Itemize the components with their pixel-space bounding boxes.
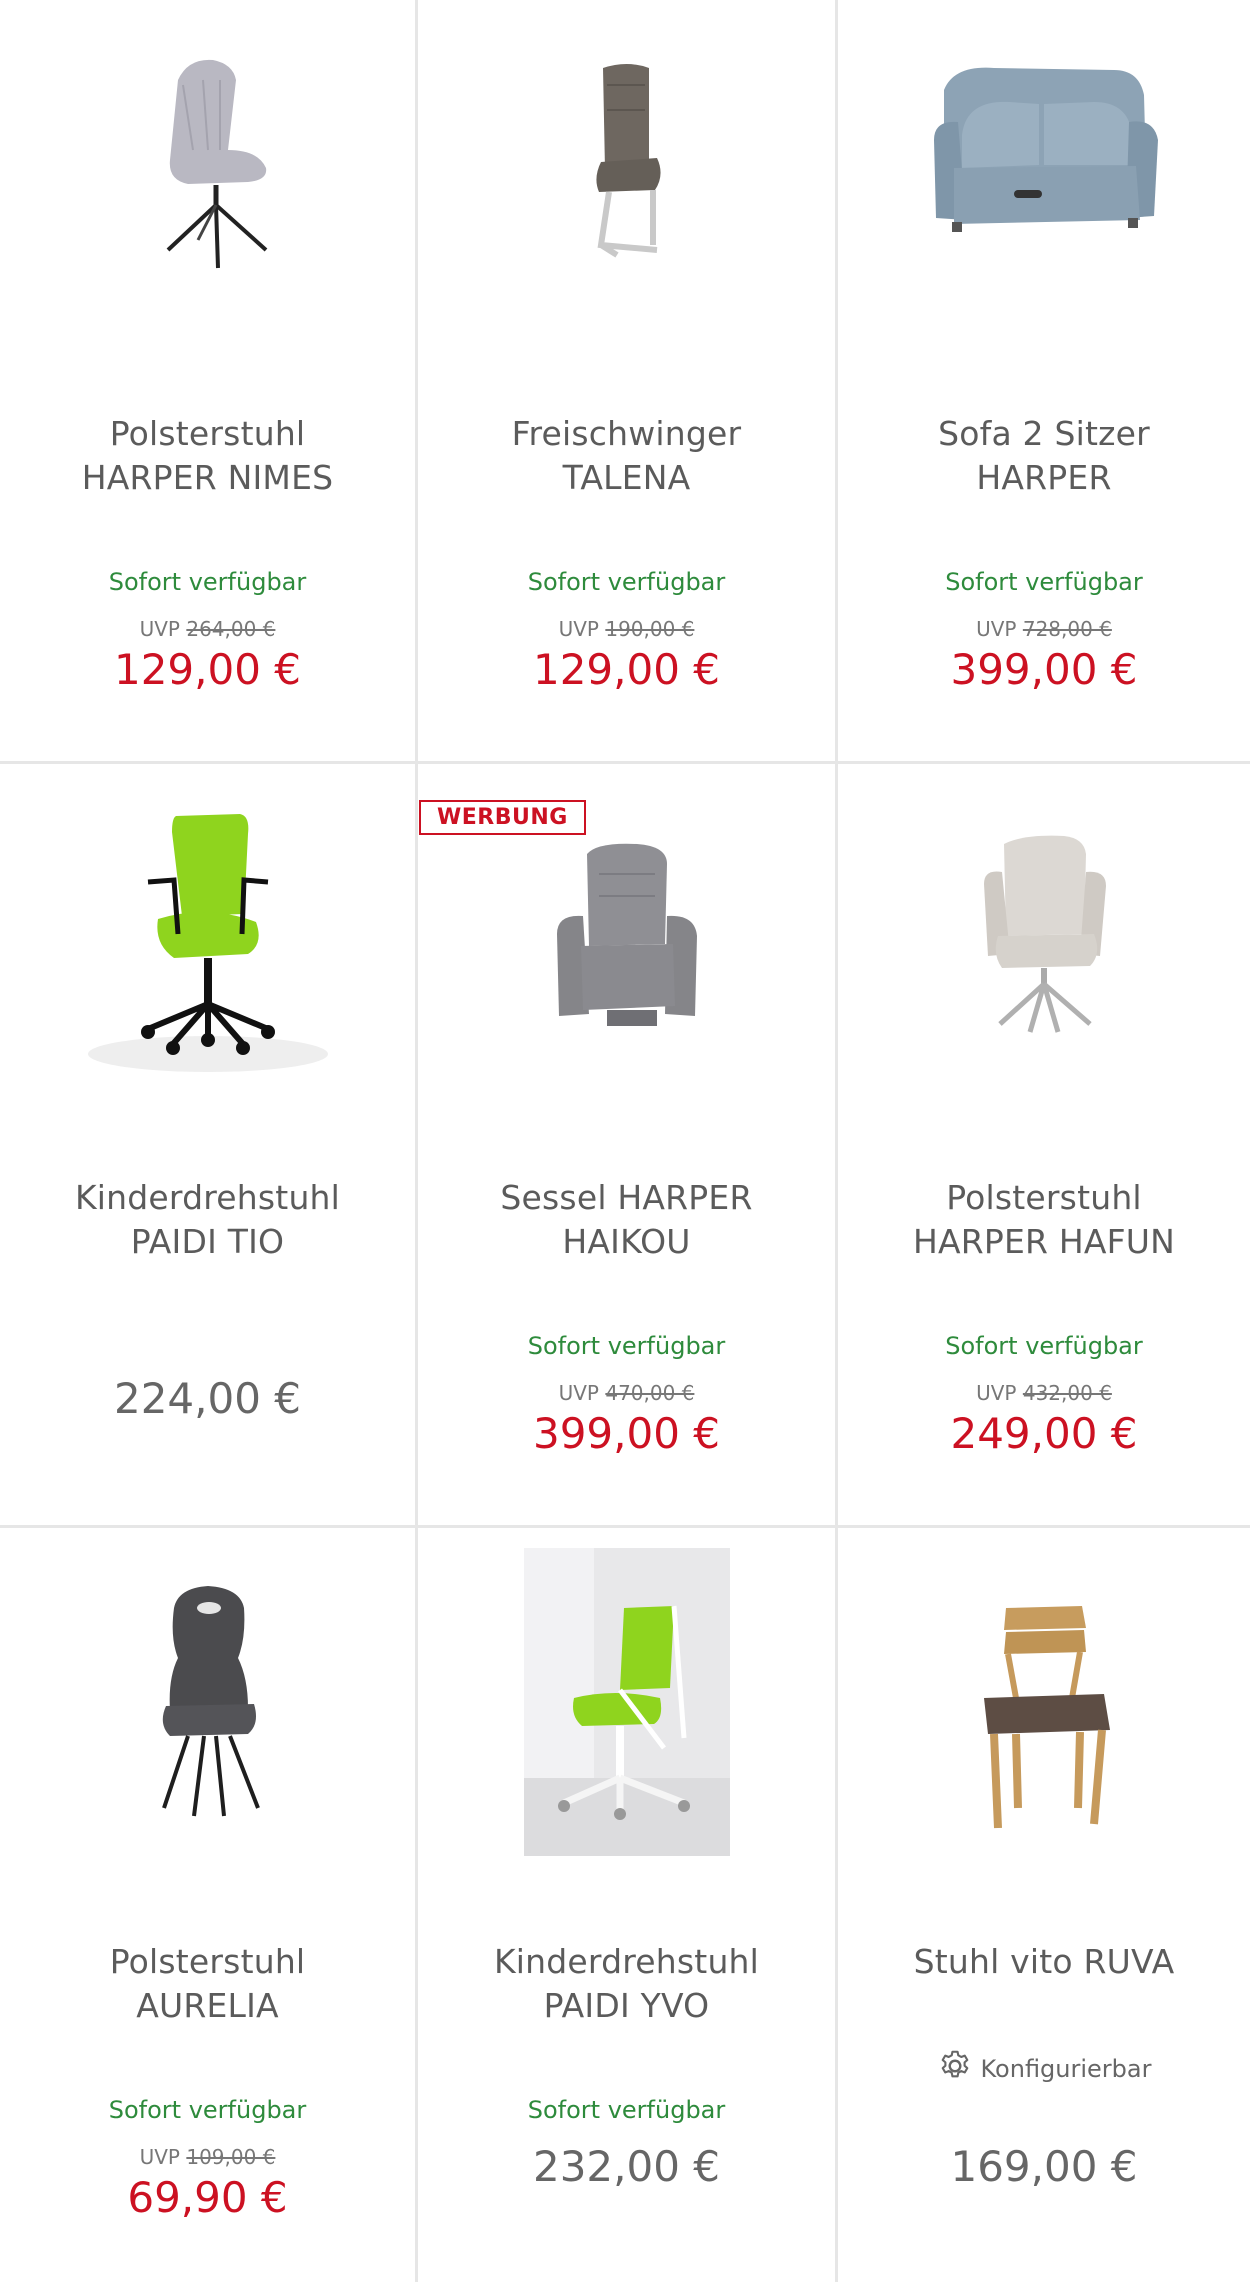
uvp-price: UVP 109,00 €: [139, 2145, 276, 2169]
product-title[interactable]: Sessel HARPER HAIKOU: [428, 1176, 825, 1264]
product-card[interactable]: Sofa 2 Sitzer HARPER Sofort verfügbar UVP…: [838, 0, 1250, 764]
product-image[interactable]: [838, 1598, 1250, 1858]
advertisement-badge: WERBUNG: [419, 800, 586, 835]
product-card[interactable]: Polsterstuhl HARPER NIMES Sofort verfügba…: [0, 0, 418, 764]
product-card[interactable]: Freischwinger TALENA Sofort verfügbar UVP…: [418, 0, 838, 764]
availability-label: Sofort verfügbar: [108, 2096, 307, 2124]
product-title[interactable]: Polsterstuhl HARPER NIMES: [10, 412, 405, 500]
product-card[interactable]: Kinderdrehstuhl PAIDI YVO Sofort verfügba…: [418, 1528, 838, 2282]
sale-price: 129,00 €: [113, 645, 302, 694]
sale-price: 399,00 €: [532, 1409, 721, 1458]
uvp-price: UVP 728,00 €: [976, 617, 1112, 641]
availability-label: Sofort verfügbar: [527, 1332, 726, 1360]
regular-price: 224,00 €: [113, 1374, 302, 1423]
uvp-price: UVP 470,00 €: [558, 1381, 695, 1405]
product-image[interactable]: [418, 834, 835, 1094]
availability-label: Sofort verfügbar: [527, 568, 726, 596]
product-grid: Polsterstuhl HARPER NIMES Sofort verfügba…: [0, 0, 1250, 2282]
sale-price: 249,00 €: [950, 1409, 1138, 1458]
product-image[interactable]: [0, 40, 415, 300]
sale-price: 69,90 €: [127, 2173, 288, 2222]
product-title[interactable]: Polsterstuhl AURELIA: [10, 1940, 405, 2028]
product-card[interactable]: Polsterstuhl AURELIA Sofort verfügbar UVP…: [0, 1528, 418, 2282]
regular-price: 232,00 €: [532, 2142, 721, 2191]
product-image[interactable]: [418, 1548, 835, 1856]
product-title[interactable]: Kinderdrehstuhl PAIDI TIO: [10, 1176, 405, 1264]
gear-icon: [937, 2048, 973, 2090]
sale-price: 129,00 €: [532, 645, 721, 694]
product-card[interactable]: Stuhl vito RUVA Konfigurierbar 169,00 €: [838, 1528, 1250, 2282]
product-image[interactable]: [0, 1578, 415, 1838]
product-image[interactable]: [0, 804, 415, 1072]
product-card[interactable]: Polsterstuhl HARPER HAFUN Sofort verfügba…: [838, 764, 1250, 1528]
availability-label: Sofort verfügbar: [527, 2096, 726, 2124]
uvp-price: UVP 190,00 €: [558, 617, 695, 641]
product-card[interactable]: WERBUNG Sessel HARPER HAIKOU Sofort verfü…: [418, 764, 838, 1528]
sale-price: 399,00 €: [950, 645, 1138, 694]
availability-label: Sofort verfügbar: [108, 568, 307, 596]
product-title[interactable]: Polsterstuhl HARPER HAFUN: [848, 1176, 1240, 1264]
product-card[interactable]: Kinderdrehstuhl PAIDI TIO 224,00 €: [0, 764, 418, 1528]
product-image[interactable]: [418, 40, 835, 300]
product-title[interactable]: Stuhl vito RUVA: [848, 1940, 1240, 1984]
product-image[interactable]: [838, 824, 1250, 1084]
availability-label: Sofort verfügbar: [945, 1332, 1143, 1360]
configurable-label[interactable]: Konfigurierbar: [838, 2048, 1250, 2090]
availability-label: Sofort verfügbar: [945, 568, 1143, 596]
uvp-price: UVP 264,00 €: [139, 617, 276, 641]
product-image[interactable]: [838, 40, 1250, 300]
uvp-price: UVP 432,00 €: [976, 1381, 1112, 1405]
product-title[interactable]: Kinderdrehstuhl PAIDI YVO: [428, 1940, 825, 2028]
product-title[interactable]: Freischwinger TALENA: [428, 412, 825, 500]
product-title[interactable]: Sofa 2 Sitzer HARPER: [848, 412, 1240, 500]
regular-price: 169,00 €: [950, 2142, 1138, 2191]
